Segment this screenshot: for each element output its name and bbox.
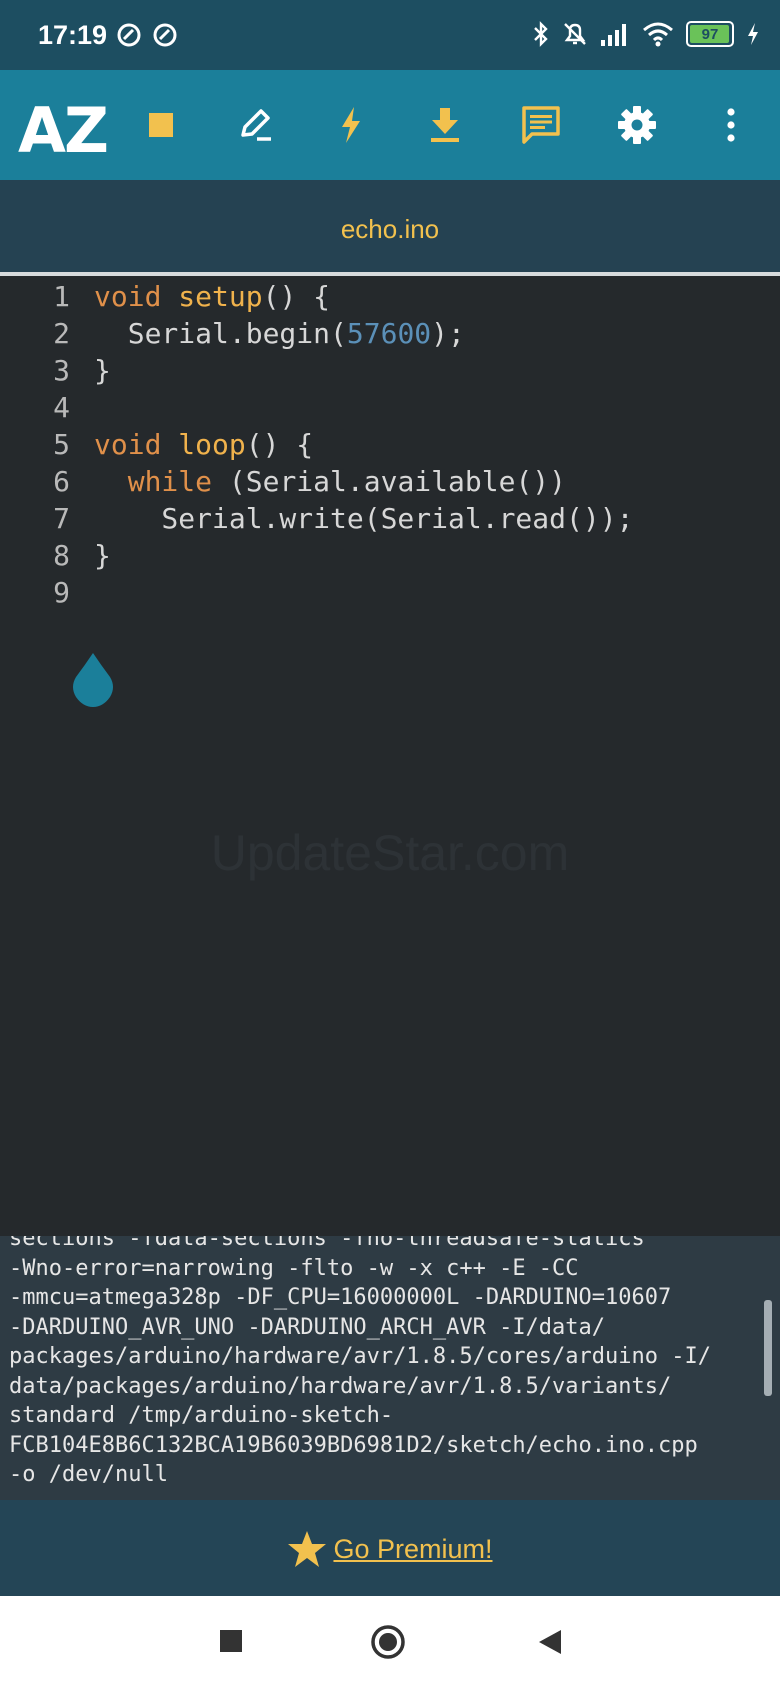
file-tab-bar: echo.ino [0,180,780,276]
wifi-icon [643,22,673,47]
status-right-icons: 97 [532,20,760,48]
code-token: Serial.begin( [94,317,347,350]
notification-icon [153,23,177,47]
code-line[interactable]: 5 void loop() { [0,428,780,468]
recents-button[interactable] [218,1628,244,1659]
code-token: setup [178,280,263,313]
code-token: loop [178,428,246,461]
line-number: 9 [53,576,70,609]
status-notification-icons [116,22,178,48]
message-icon [522,106,560,144]
line-number: 7 [53,502,70,535]
code-token: 57600 [346,317,432,350]
line-number: 3 [53,354,70,387]
console-line: -o /dev/null [9,1462,168,1487]
back-button[interactable] [537,1628,563,1661]
console-scrollbar[interactable] [764,1300,772,1396]
edit-button[interactable] [230,100,280,150]
download-icon [431,108,459,142]
code-line[interactable]: 2 Serial.begin(57600); [0,317,780,357]
bluetooth-icon [534,21,548,47]
console-line: FCB104E8B6C132BCA19B6039BD6981D2/sketch/… [9,1432,698,1458]
code-line[interactable]: 3} [0,354,780,394]
app-toolbar: AZ [0,70,780,180]
code-token: () { [245,428,314,461]
code-line[interactable]: 4 [0,391,780,431]
edit-icon [241,109,271,141]
stop-button[interactable] [136,100,186,150]
code-text: void loop() { [94,428,313,461]
code-line[interactable]: 6 while (Serial.available()) [0,465,780,505]
line-number: 2 [53,317,70,350]
text-cursor-handle[interactable] [70,651,116,712]
code-editor[interactable]: 1 void setup() {2 Serial.begin(57600); 3} 4… [0,276,780,1236]
code-line[interactable]: 9 [0,576,780,616]
code-token: ); [431,317,465,350]
go-premium-link[interactable]: Go Premium! [0,1530,780,1568]
back-icon [539,1630,561,1654]
premium-banner: Go Premium! [0,1500,780,1596]
code-text: } [94,539,111,572]
flash-icon [342,107,360,143]
star-icon [288,1531,327,1567]
app-logo[interactable]: AZ [18,94,109,167]
code-text: Serial.write(Serial.read()); [94,502,633,535]
serial-monitor-button[interactable] [516,100,566,150]
console-line: standard /tmp/arduino-sketch- [9,1403,394,1428]
code-token: (Serial.available()) [212,465,567,498]
code-text: while (Serial.available()) [94,465,566,498]
battery-indicator: 97 [686,21,734,47]
code-line[interactable]: 7 Serial.write(Serial.read()); [0,502,780,542]
system-nav-bar [0,1596,780,1690]
console-output[interactable]: sections -fdata-sections -fno-threadsafe… [0,1236,780,1500]
code-text: Serial.begin(57600); [94,317,465,350]
home-icon [371,1625,405,1659]
more-vert-icon [727,108,735,142]
status-time: 17:19 [38,20,108,50]
console-line: sections -fdata-sections -fno-threadsafe… [9,1236,645,1251]
tab-file-title[interactable]: echo.ino [0,214,780,245]
code-token: } [94,539,111,572]
home-button[interactable] [370,1624,406,1665]
settings-button[interactable] [612,100,662,150]
more-options-button[interactable] [706,100,756,150]
bell-off-icon [564,23,586,45]
console-line: -DARDUINO_AVR_UNO -DARDUINO_ARCH_AVR -I/… [9,1314,606,1340]
settings-icon [618,106,656,144]
code-text: void setup() { [94,280,330,313]
notification-icon [117,23,141,47]
upload-button[interactable] [326,100,376,150]
code-text: } [94,354,111,387]
download-button[interactable] [420,100,470,150]
console-line: -mmcu=atmega328p -DF_CPU=16000000L -DARD… [9,1285,672,1310]
line-number: 6 [53,465,70,498]
code-token: } [94,354,111,387]
code-token: () { [262,280,331,313]
console-line: data/packages/arduino/hardware/avr/1.8.5… [9,1373,672,1399]
status-bar: 17:19 97 [0,0,780,70]
code-token: Serial.write(Serial.read()); [94,502,634,535]
code-line[interactable]: 8} [0,539,780,579]
console-lines: sections -fdata-sections -fno-threadsafe… [9,1236,760,1490]
line-number: 1 [53,280,70,313]
recents-icon [220,1630,242,1652]
charging-icon [748,23,758,45]
line-number: 8 [53,539,70,572]
code-token: while [127,465,213,498]
code-line[interactable]: 1 void setup() { [0,280,780,320]
go-premium-label: Go Premium! [333,1533,493,1564]
cursor-handle-icon [73,653,113,707]
console-line: -Wno-error=narrowing -flto -w -x c++ -E … [9,1255,579,1281]
signal-icon [601,24,626,46]
code-token: void [94,280,179,313]
battery-level: 97 [701,25,719,43]
console-line: packages/arduino/hardware/avr/1.8.5/core… [9,1344,711,1369]
code-token: void [94,428,179,461]
line-number: 5 [53,428,70,461]
line-number: 4 [53,391,70,424]
watermark: UpdateStar.com [210,825,570,881]
stop-icon [149,113,173,137]
